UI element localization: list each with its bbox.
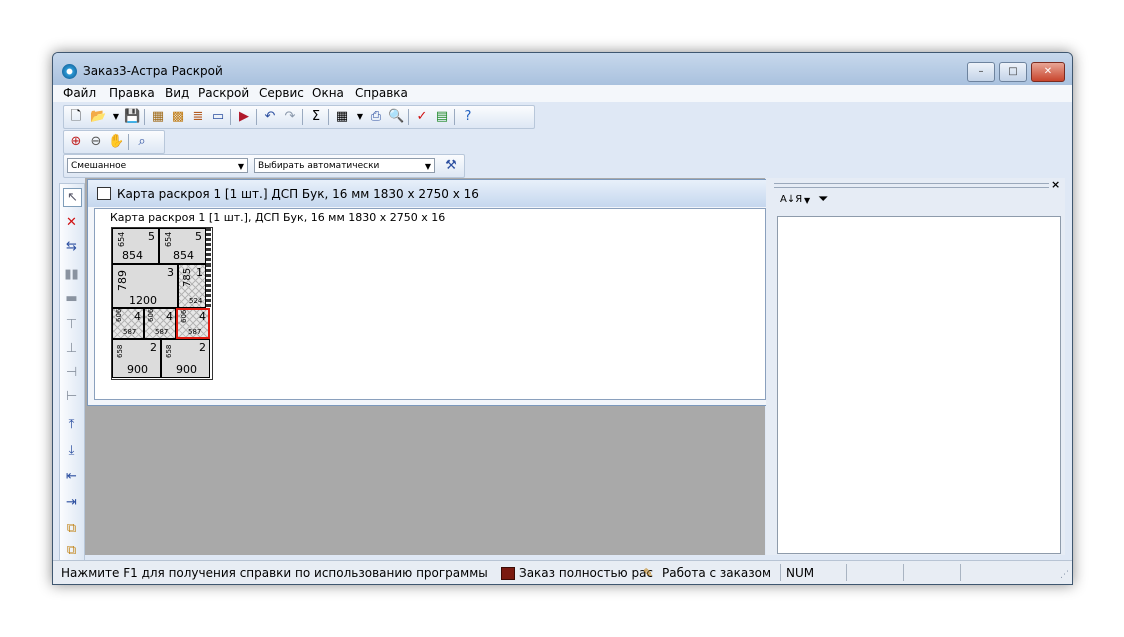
align-bottom-icon[interactable]: ⊥: [63, 340, 80, 357]
status-num: NUM: [786, 566, 815, 580]
sheet: 654 5 854 654 5 854 789 3 1200 785 1 524…: [111, 227, 213, 380]
title-bar: Заказ3-Астра Раскрой – □ ✕: [53, 53, 1072, 85]
menu-service[interactable]: Сервис: [259, 86, 304, 100]
menu-windows[interactable]: Окна: [312, 86, 344, 100]
status-mode: Работа с заказом: [662, 566, 772, 580]
status-order: Заказ полностью рас: [519, 566, 654, 580]
left-toolbar: ↖ ✕ ⇆ ▮▮ ▬ ⊤ ⊥ ⊣ ⊢ ⤒ ⤓ ⇤ ⇥ ⧉ ⧉: [59, 183, 85, 561]
layout-icon[interactable]: ▩: [170, 109, 186, 125]
offcut-strip: [206, 228, 211, 264]
cutting-map-window: Карта раскроя 1 [1 шт.] ДСП Бук, 16 мм 1…: [87, 179, 767, 406]
menu-edit[interactable]: Правка: [109, 86, 155, 100]
check-icon[interactable]: ✓: [414, 109, 430, 125]
open-dropdown-icon[interactable]: ▼: [108, 109, 124, 125]
mode-combo-value: Смешанное: [71, 161, 127, 171]
part[interactable]: 785 1 524: [178, 264, 206, 308]
offcut-strip: [206, 264, 211, 308]
chevron-down-icon: ▼: [237, 162, 244, 171]
menu-cutting[interactable]: Раскрой: [198, 86, 249, 100]
align-top-icon[interactable]: ⊤: [63, 316, 80, 333]
zoom-in-icon[interactable]: ⊕: [68, 134, 84, 150]
new-icon[interactable]: 🗋: [68, 109, 84, 125]
maximize-button[interactable]: □: [999, 62, 1027, 82]
selection-combo[interactable]: Выбирать автоматически ▼: [254, 158, 435, 173]
mdi-workspace: Карта раскроя 1 [1 шт.] ДСП Бук, 16 мм 1…: [85, 178, 767, 555]
move-left-icon[interactable]: ⇤: [63, 468, 80, 485]
child-window-title: Карта раскроя 1 [1 шт.] ДСП Бук, 16 мм 1…: [117, 187, 479, 201]
part[interactable]: 606 4 587: [144, 308, 176, 339]
chevron-down-icon: ▼: [424, 162, 431, 171]
menu-bar: Файл Правка Вид Раскрой Сервис Окна Спра…: [53, 85, 1072, 102]
export-part-icon[interactable]: ⧉: [63, 520, 80, 537]
properties-panel: × А↓Я ▼ ⏷: [766, 178, 1065, 555]
status-bar: Нажмите F1 для получения справки по испо…: [53, 560, 1072, 584]
split-vertical-icon[interactable]: ▮▮: [63, 266, 80, 283]
pan-hand-icon[interactable]: ✋: [108, 134, 124, 150]
run-icon[interactable]: ▶: [236, 109, 252, 125]
part-selected[interactable]: 606 4 587: [176, 308, 210, 339]
align-right-icon[interactable]: ⊢: [63, 388, 80, 405]
optimize-icon[interactable]: ▤: [434, 109, 450, 125]
menu-help[interactable]: Справка: [355, 86, 408, 100]
move-up-icon[interactable]: ⤒: [63, 416, 80, 433]
part[interactable]: 654 5 854: [159, 228, 206, 264]
sort-az-icon[interactable]: А↓Я: [780, 194, 802, 205]
grid-icon[interactable]: ▦: [334, 109, 350, 125]
move-down-icon[interactable]: ⤓: [63, 442, 80, 459]
resize-grip-icon[interactable]: ⋰: [1060, 570, 1069, 580]
pointer-icon[interactable]: ↖: [63, 188, 82, 207]
panel-grip[interactable]: [774, 183, 1049, 188]
map-caption: Карта раскроя 1 [1 шт.], ДСП Бук, 16 мм …: [110, 211, 446, 224]
move-right-icon[interactable]: ⇥: [63, 494, 80, 511]
panel-close-button[interactable]: ×: [1051, 178, 1060, 191]
close-button[interactable]: ✕: [1031, 62, 1065, 82]
import-part-icon[interactable]: ⧉: [63, 542, 80, 559]
menu-file[interactable]: Файл: [63, 86, 96, 100]
status-hint: Нажмите F1 для получения справки по испо…: [61, 566, 488, 580]
window-icon: [97, 187, 111, 200]
book-icon[interactable]: ▭: [210, 109, 226, 125]
sum-icon[interactable]: Σ: [308, 109, 324, 125]
menu-view[interactable]: Вид: [165, 86, 189, 100]
part[interactable]: 658 2 900: [112, 339, 161, 378]
window-title: Заказ3-Астра Раскрой: [83, 64, 223, 78]
zoom-fit-icon[interactable]: ⌕: [134, 134, 150, 150]
preview-icon[interactable]: 🔍: [388, 109, 404, 125]
part[interactable]: 606 4 587: [112, 308, 144, 339]
delete-icon[interactable]: ✕: [63, 214, 80, 231]
help-icon[interactable]: ?: [460, 109, 476, 125]
part[interactable]: 789 3 1200: [112, 264, 178, 308]
minimize-button[interactable]: –: [967, 62, 995, 82]
settings-tools-icon[interactable]: ⚒: [443, 158, 459, 174]
app-icon: [62, 64, 77, 79]
mode-combo[interactable]: Смешанное ▼: [67, 158, 248, 173]
zoom-out-icon[interactable]: ⊖: [88, 134, 104, 150]
redo-icon[interactable]: ↷: [282, 109, 298, 125]
selection-combo-value: Выбирать автоматически: [258, 161, 380, 171]
align-left-icon[interactable]: ⊣: [63, 364, 80, 381]
open-icon[interactable]: 📂: [90, 109, 106, 125]
split-horizontal-icon[interactable]: ▬: [63, 290, 80, 307]
cutting-map-canvas: Карта раскроя 1 [1 шт.], ДСП Бук, 16 мм …: [94, 208, 766, 400]
catalog-icon[interactable]: ▦: [150, 109, 166, 125]
app-window: Заказ3-Астра Раскрой – □ ✕ Файл Правка В…: [52, 52, 1073, 585]
properties-list[interactable]: [777, 216, 1061, 554]
print-icon[interactable]: ⎙: [368, 109, 384, 125]
undo-icon[interactable]: ↶: [262, 109, 278, 125]
grid-dropdown-icon[interactable]: ▼: [352, 109, 368, 125]
options-toolbar: Смешанное ▼ Выбирать автоматически ▼ ⚒: [63, 154, 465, 178]
main-toolbar: 🗋 📂 ▼ 💾 ▦ ▩ ≣ ▭ ▶ ↶ ↷ Σ ▦ ▼ ⎙ 🔍 ✓ ▤ ?: [63, 105, 535, 129]
part[interactable]: 654 5 854: [112, 228, 159, 264]
sort-dropdown-icon[interactable]: ▼: [804, 196, 810, 205]
order-box-icon: [501, 567, 515, 580]
filter-icon[interactable]: ⏷: [818, 192, 828, 207]
child-title-bar: Карта раскроя 1 [1 шт.] ДСП Бук, 16 мм 1…: [88, 180, 766, 207]
order-work-icon: ✎: [643, 566, 654, 580]
save-icon[interactable]: 💾: [124, 109, 140, 125]
rotate-part-icon[interactable]: ⇆: [63, 238, 80, 255]
zoom-toolbar: ⊕ ⊖ ✋ ⌕: [63, 130, 165, 154]
materials-icon[interactable]: ≣: [190, 109, 206, 125]
part[interactable]: 658 2 900: [161, 339, 210, 378]
